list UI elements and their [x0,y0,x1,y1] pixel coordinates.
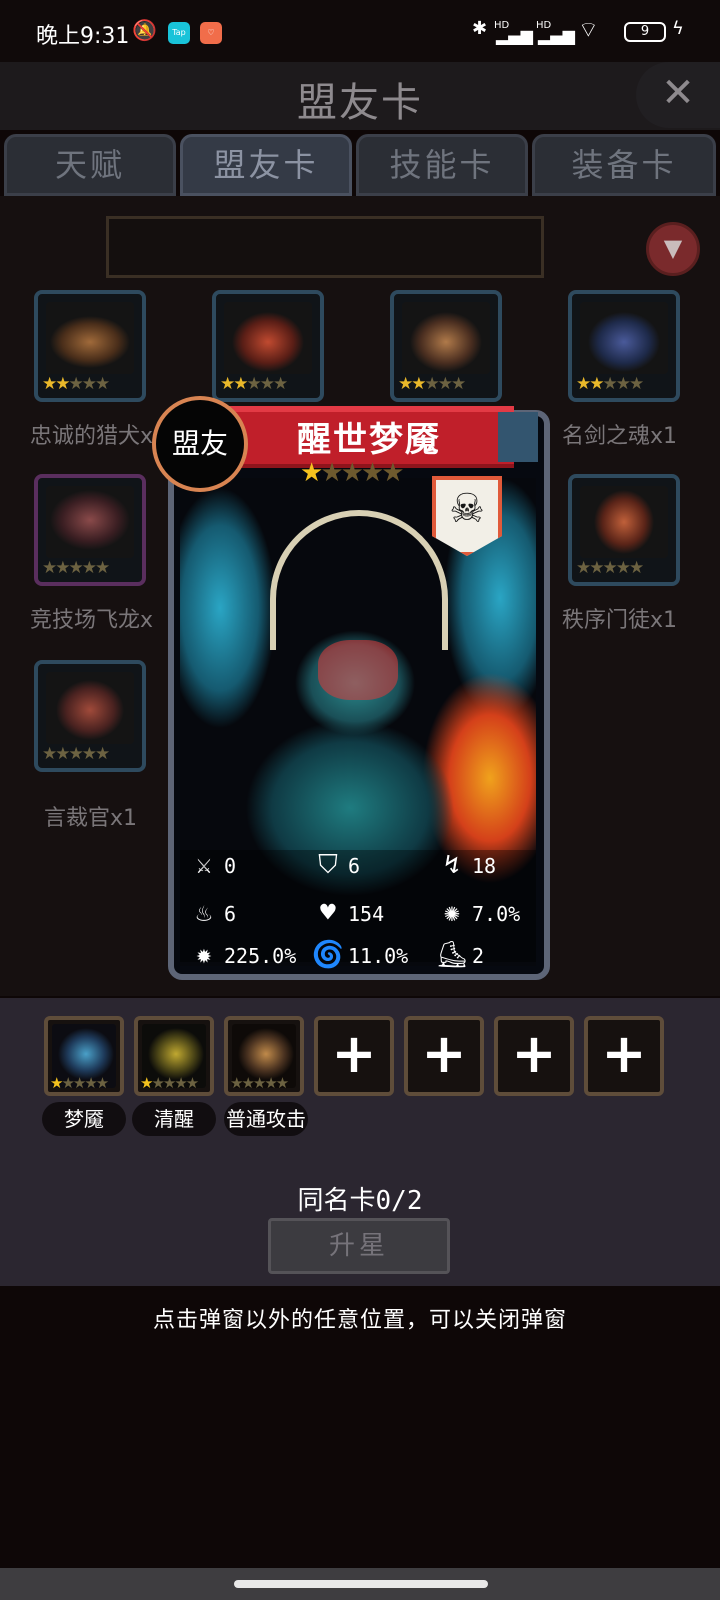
page-title: 盟友卡 [297,80,423,126]
stat-dodge: ↯ 18 [434,850,496,880]
stat-value: 2 [472,944,485,968]
add-skill-button[interactable]: + [404,1016,484,1096]
stat-whirlwind: 🌀 11.0% [310,940,408,970]
crit-icon: ✹ [196,940,212,970]
skill-label: 普通攻击 [224,1102,308,1136]
tab-skill-card[interactable]: 技能卡 [356,134,528,196]
skill-stars: ★★★★★ [140,1074,199,1092]
card-art [580,302,668,374]
stat-value: 18 [472,854,497,878]
ally-name: 醒世梦魇 [297,420,441,460]
home-indicator[interactable] [234,1580,488,1588]
stat-attack: ⚔ 0 [186,850,236,880]
close-icon[interactable]: ✕ [636,62,720,128]
bell-off-icon: 🔕 [132,18,157,42]
sword-icon: ⚔ [196,850,212,880]
signal-icon-2: ▂▄▆ [538,26,575,45]
ally-card-2[interactable]: ★★★★★ [212,290,324,402]
close-hint: 点击弹窗以外的任意位置，可以关闭弹窗 [152,1308,567,1333]
burst-icon: ✺ [444,898,460,928]
ally-card-arena-dragon[interactable]: ★★★★★ [34,474,146,586]
skill-slot-normal-attack[interactable]: ★★★★★ [224,1016,304,1096]
stat-value: 6 [224,902,237,926]
card-name: 名剑之魂x1 [562,424,678,449]
stat-magic: ♨ 6 [186,898,236,928]
card-art [402,302,490,374]
stat-value: 154 [348,902,385,926]
card-name: 秩序门徒x1 [562,608,678,633]
boot-icon: ⛸ [435,940,469,970]
stat-value: 6 [348,854,361,878]
add-skill-button[interactable]: + [314,1016,394,1096]
stat-health: ♥ 154 [310,898,384,928]
tap-app-icon: Tap [168,22,190,44]
card-name: 忠诚的猎犬x1 [30,424,168,449]
skill-label: 清醒 [132,1102,216,1136]
skill-slot-nightmare[interactable]: ★★★★★ [44,1016,124,1096]
stat-crit-rate: ✺ 7.0% [434,898,520,928]
skill-stars: ★★★★★ [230,1074,289,1092]
signal-icon: ▂▄▆ [496,26,533,45]
card-stars: ★★★★★ [576,374,644,394]
upgrade-star-button[interactable]: 升星 [268,1218,450,1274]
wifi-icon: ⌔ [578,18,599,43]
tab-talent[interactable]: 天赋 [4,134,176,196]
skull-icon: ☠ [449,486,485,532]
tab-equipment-card[interactable]: 装备卡 [532,134,716,196]
stat-speed: ⛸ 2 [434,940,484,970]
ally-card-order-disciple[interactable]: ★★★★★ [568,474,680,586]
ally-card-3[interactable]: ★★★★★ [390,290,502,402]
dodge-icon: ↯ [444,850,460,880]
bluetooth-icon: ✱ [472,18,488,39]
ally-card-sword-soul[interactable]: ★★★★★ [568,290,680,402]
battery-icon: 9 [624,22,666,42]
card-art [46,672,134,744]
card-stars: ★★★★★ [398,374,466,394]
ally-card-hound[interactable]: ★★★★★ [34,290,146,402]
stat-value: 225.0% [224,944,297,968]
add-skill-button[interactable]: + [494,1016,574,1096]
card-art [46,486,134,558]
skill-label: 梦魇 [42,1102,126,1136]
ally-card-judge[interactable]: ★★★★★ [34,660,146,772]
skill-slot-awaken[interactable]: ★★★★★ [134,1016,214,1096]
stat-value: 0 [224,854,237,878]
card-stars: ★★★★★ [42,374,110,394]
stat-value: 7.0% [472,902,521,926]
whirlwind-icon: 🌀 [311,940,345,970]
flame-icon: ♨ [196,898,212,928]
stat-defense: ⛉ 6 [310,850,360,881]
card-stars: ★★★★★ [576,558,644,578]
card-art [224,302,312,374]
card-art [580,486,668,558]
add-skill-button[interactable]: + [584,1016,664,1096]
stat-crit-damage: ✹ 225.0% [186,940,296,970]
filter-icon[interactable]: ▼ [646,222,700,276]
card-art [46,302,134,374]
status-time: 晚上9:31 [36,24,130,49]
card-name: 竞技场飞龙x [30,608,154,633]
heart-icon: ♥ [320,898,336,928]
same-card-count: 同名卡0/2 [297,1186,423,1216]
stat-value: 11.0% [348,944,409,968]
face-decoration [318,640,398,700]
shop-app-icon: ♡ [200,22,222,44]
card-stars: ★★★★★ [42,558,110,578]
status-bar: 晚上9:31 🔕 Tap ♡ ✱ HD ▂▄▆ HD ▂▄▆ ⌔ 9 ϟ [0,0,720,62]
tab-ally-card[interactable]: 盟友卡 [180,134,352,196]
shield-icon: ⛉ [318,850,338,880]
card-stars: ★★★★★ [42,744,110,764]
skill-stars: ★★★★★ [50,1074,109,1092]
search-input[interactable] [106,216,544,278]
rarity-stars: ★★★★★ [300,458,405,488]
bolt-icon: ϟ [672,18,684,39]
card-stars: ★★★★★ [220,374,288,394]
ally-tag-badge: 盟友 [152,396,248,492]
card-name: 言裁官x1 [44,806,138,831]
